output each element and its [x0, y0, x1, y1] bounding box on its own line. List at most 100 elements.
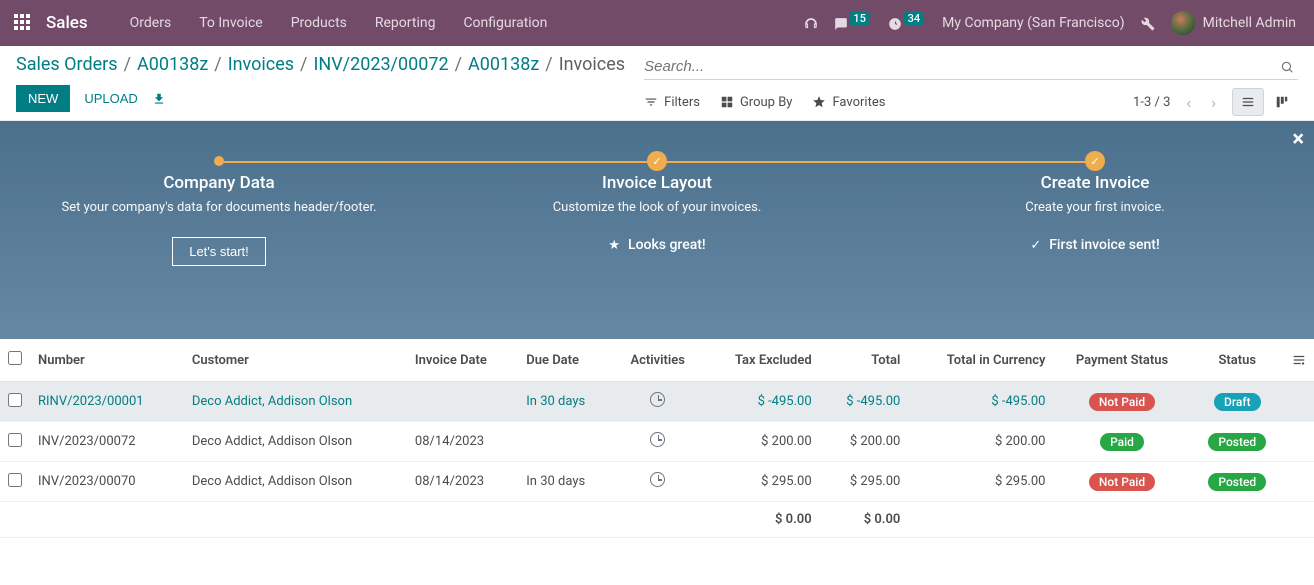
- footer-tax-excluded: $ 0.00: [702, 502, 819, 538]
- pager-next-icon[interactable]: ›: [1207, 93, 1220, 112]
- user-name: Mitchell Admin: [1203, 15, 1296, 31]
- cell-tax-excluded: $ 295.00: [702, 462, 819, 502]
- onboarding-step: Company DataSet your company's data for …: [0, 173, 438, 266]
- cell-activities: [613, 462, 702, 502]
- tray-support-icon[interactable]: [804, 14, 818, 32]
- cell-due-date: In 30 days: [518, 462, 613, 502]
- debug-icon[interactable]: [1141, 14, 1155, 32]
- star-icon: ★: [608, 238, 620, 253]
- step-status-label: Looks great!: [628, 237, 706, 253]
- user-menu[interactable]: Mitchell Admin: [1171, 11, 1296, 35]
- column-header[interactable]: Total in Currency: [908, 339, 1053, 382]
- step-title: Create Invoice: [876, 173, 1314, 193]
- breadcrumb-item[interactable]: A00138z: [468, 54, 539, 75]
- cell-total: $ -495.00: [820, 382, 909, 422]
- nav-link-products[interactable]: Products: [277, 15, 361, 31]
- groupby-label: Group By: [740, 95, 793, 110]
- column-header[interactable]: Customer: [184, 339, 407, 382]
- spacer-cell: [1284, 462, 1314, 502]
- nav-link-to-invoice[interactable]: To Invoice: [185, 15, 277, 31]
- filters-button[interactable]: Filters: [644, 91, 700, 114]
- invoice-table: NumberCustomerInvoice DateDue DateActivi…: [0, 339, 1314, 538]
- upload-button[interactable]: UPLOAD: [84, 85, 137, 112]
- clock-icon[interactable]: [650, 432, 665, 447]
- cell-activities: [613, 422, 702, 462]
- search-input[interactable]: [644, 54, 1276, 79]
- cell-due-date: [518, 422, 613, 462]
- messages-icon[interactable]: 15: [834, 14, 872, 32]
- breadcrumb-separator: /: [545, 54, 552, 75]
- row-checkbox[interactable]: [8, 433, 22, 447]
- row-checkbox[interactable]: [8, 393, 22, 407]
- breadcrumb-separator: /: [124, 54, 131, 75]
- breadcrumb-item[interactable]: Invoices: [228, 54, 294, 75]
- cell-number[interactable]: INV/2023/00070: [30, 462, 184, 502]
- check-icon: ✓: [1030, 238, 1041, 253]
- onboarding-banner: × Company DataSet your company's data fo…: [0, 121, 1314, 339]
- activities-icon[interactable]: 34: [888, 14, 926, 32]
- cell-number[interactable]: RINV/2023/00001: [30, 382, 184, 422]
- column-header[interactable]: Payment Status: [1053, 339, 1190, 382]
- column-header[interactable]: Activities: [613, 339, 702, 382]
- cell-total: $ 200.00: [820, 422, 909, 462]
- step-description: Customize the look of your invoices.: [438, 199, 876, 217]
- column-header[interactable]: Invoice Date: [407, 339, 518, 382]
- search-bar: [644, 54, 1298, 80]
- table-body: RINV/2023/00001Deco Addict, Addison Olso…: [0, 382, 1314, 502]
- new-button[interactable]: NEW: [16, 85, 70, 112]
- step-action[interactable]: Let's start!: [172, 237, 266, 266]
- breadcrumb-item[interactable]: INV/2023/00072: [313, 54, 448, 75]
- cell-number[interactable]: INV/2023/00072: [30, 422, 184, 462]
- groupby-button[interactable]: Group By: [720, 91, 793, 114]
- nav-link-orders[interactable]: Orders: [116, 15, 186, 31]
- step-button[interactable]: Let's start!: [172, 237, 266, 266]
- column-header[interactable]: Tax Excluded: [702, 339, 819, 382]
- navbar: Sales OrdersTo InvoiceProductsReportingC…: [0, 0, 1314, 46]
- clock-icon[interactable]: [650, 392, 665, 407]
- cell-customer[interactable]: Deco Addict, Addison Olson: [184, 382, 407, 422]
- status-badge: Posted: [1208, 473, 1266, 491]
- download-icon[interactable]: [152, 91, 166, 106]
- checkbox-cell: [0, 462, 30, 502]
- cell-customer[interactable]: Deco Addict, Addison Olson: [184, 422, 407, 462]
- toolbar: Filters Group By Favorites 1-3 / 3 ‹ ›: [644, 88, 1298, 116]
- footer-total: $ 0.00: [820, 502, 909, 538]
- table-row[interactable]: INV/2023/00070Deco Addict, Addison Olson…: [0, 462, 1314, 502]
- payment-status-badge: Not Paid: [1089, 473, 1155, 491]
- invoice-list: NumberCustomerInvoice DateDue DateActivi…: [0, 339, 1314, 538]
- messages-count: 15: [849, 12, 870, 25]
- filters-label: Filters: [664, 95, 700, 110]
- apps-icon[interactable]: [14, 14, 32, 32]
- kanban-view-button[interactable]: [1266, 88, 1298, 116]
- cell-status: Posted: [1191, 462, 1284, 502]
- column-header[interactable]: Total: [820, 339, 909, 382]
- payment-status-badge: Paid: [1100, 433, 1144, 451]
- breadcrumb-item[interactable]: A00138z: [137, 54, 208, 75]
- breadcrumb: Sales Orders / A00138z / Invoices / INV/2023/0…: [16, 54, 644, 75]
- activities-count: 34: [904, 12, 925, 25]
- brand-label[interactable]: Sales: [46, 13, 88, 33]
- clock-icon[interactable]: [650, 472, 665, 487]
- search-icon[interactable]: [1276, 59, 1298, 74]
- company-selector[interactable]: My Company (San Francisco): [942, 15, 1124, 31]
- column-settings-icon[interactable]: [1284, 339, 1314, 382]
- breadcrumb-separator: /: [455, 54, 462, 75]
- row-checkbox[interactable]: [8, 473, 22, 487]
- view-switcher: [1232, 88, 1298, 116]
- select-all-checkbox[interactable]: [8, 351, 22, 365]
- pager-text[interactable]: 1-3 / 3: [1133, 95, 1170, 110]
- column-header[interactable]: Number: [30, 339, 184, 382]
- column-header[interactable]: Status: [1191, 339, 1284, 382]
- status-badge: Draft: [1214, 393, 1261, 411]
- breadcrumb-item[interactable]: Sales Orders: [16, 54, 118, 75]
- nav-link-configuration[interactable]: Configuration: [449, 15, 561, 31]
- favorites-button[interactable]: Favorites: [812, 91, 885, 114]
- cell-due-date: In 30 days: [518, 382, 613, 422]
- list-view-button[interactable]: [1232, 88, 1264, 116]
- table-row[interactable]: INV/2023/00072Deco Addict, Addison Olson…: [0, 422, 1314, 462]
- table-row[interactable]: RINV/2023/00001Deco Addict, Addison Olso…: [0, 382, 1314, 422]
- cell-customer[interactable]: Deco Addict, Addison Olson: [184, 462, 407, 502]
- column-header[interactable]: Due Date: [518, 339, 613, 382]
- pager-prev-icon[interactable]: ‹: [1182, 93, 1195, 112]
- nav-link-reporting[interactable]: Reporting: [361, 15, 450, 31]
